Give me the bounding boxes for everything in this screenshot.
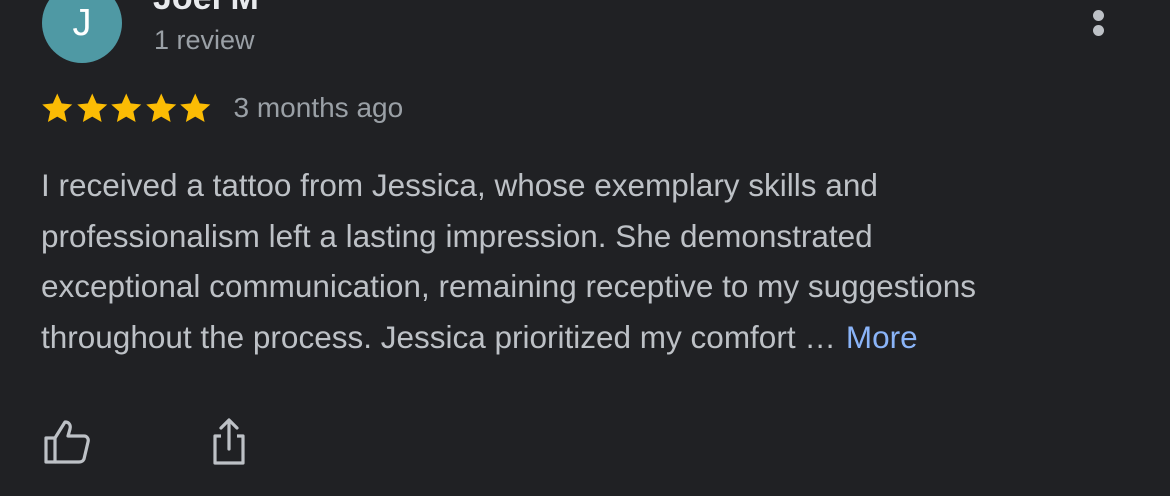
like-button[interactable] bbox=[42, 418, 92, 466]
review-text-line: throughout the process. Jessica prioriti… bbox=[41, 318, 836, 355]
avatar-initial: J bbox=[72, 2, 92, 44]
share-icon bbox=[213, 418, 245, 465]
avatar[interactable]: J bbox=[42, 0, 122, 63]
star-icon bbox=[76, 93, 107, 123]
review-text-line: professionalism left a lasting impressio… bbox=[41, 217, 873, 254]
review-time: 3 months ago bbox=[233, 92, 404, 123]
share-button[interactable] bbox=[208, 416, 250, 468]
rating-row: 3 months ago bbox=[40, 88, 403, 128]
review-text: I received a tattoo from Jessica, whose … bbox=[41, 160, 1151, 362]
review-card: J Joel M 1 review 3 months ago I receive… bbox=[0, 0, 1170, 496]
reviewer-review-count: 1 review bbox=[154, 25, 255, 55]
more-link[interactable]: More bbox=[846, 319, 918, 355]
star-icon bbox=[145, 93, 176, 123]
star-icon bbox=[111, 93, 142, 123]
review-text-line: I received a tattoo from Jessica, whose … bbox=[41, 167, 878, 203]
star-icon bbox=[180, 93, 211, 123]
star-icon bbox=[42, 93, 73, 123]
more-options-button[interactable] bbox=[1080, 0, 1118, 44]
review-text-last-line: throughout the process. Jessica prioriti… bbox=[41, 312, 1151, 363]
star-rating bbox=[40, 88, 213, 128]
thumbs-up-icon bbox=[44, 420, 90, 464]
review-text-line: exceptional communication, remaining rec… bbox=[41, 268, 976, 304]
reviewer-name[interactable]: Joel M bbox=[153, 0, 259, 18]
